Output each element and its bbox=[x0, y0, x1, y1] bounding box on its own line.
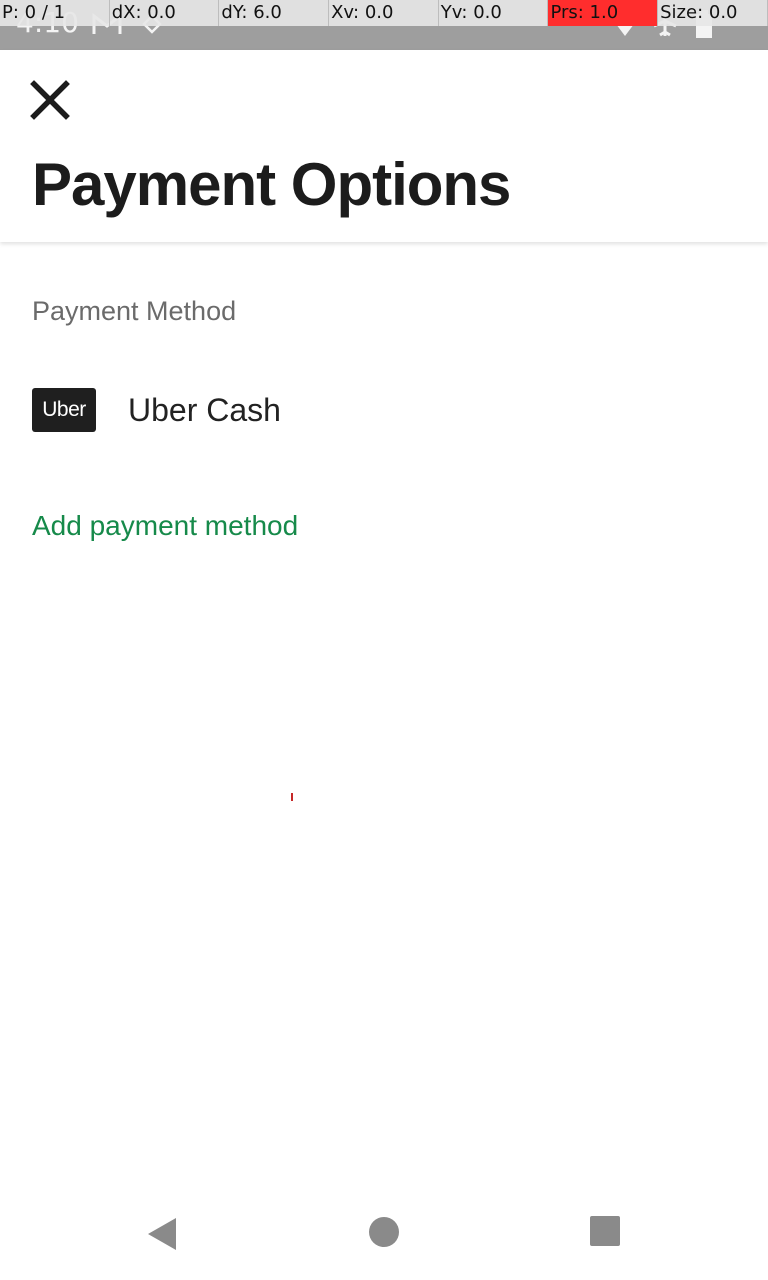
payment-method-name: Uber Cash bbox=[128, 392, 281, 428]
debug-yv: Yv: 0.0 bbox=[438, 0, 549, 26]
close-icon bbox=[30, 80, 70, 120]
navigation-bar bbox=[0, 1184, 768, 1280]
close-button[interactable] bbox=[28, 78, 72, 122]
back-button[interactable] bbox=[144, 1214, 184, 1254]
home-icon bbox=[369, 1217, 399, 1247]
debug-size: Size: 0.0 bbox=[658, 0, 768, 26]
home-button[interactable] bbox=[366, 1214, 406, 1254]
back-icon bbox=[148, 1218, 176, 1250]
touch-trace-mark bbox=[291, 793, 293, 801]
recents-button[interactable] bbox=[588, 1214, 628, 1254]
debug-xv: Xv: 0.0 bbox=[329, 0, 439, 26]
app-header: Payment Options bbox=[0, 50, 768, 242]
debug-dy: dY: 6.0 bbox=[219, 0, 330, 26]
section-label-payment-method: Payment Method bbox=[32, 296, 237, 326]
pointer-debug-overlay: P: 0 / 1 dX: 0.0 dY: 6.0 Xv: 0.0 Yv: 0.0… bbox=[0, 0, 768, 26]
debug-pressure: Prs: 1.0 bbox=[548, 0, 659, 26]
uber-logo: Uber bbox=[32, 388, 96, 432]
add-payment-method-link[interactable]: Add payment method bbox=[32, 510, 298, 542]
payment-method-uber-cash[interactable]: Uber Uber Cash bbox=[0, 372, 768, 448]
recents-icon bbox=[590, 1216, 620, 1246]
debug-dx: dX: 0.0 bbox=[109, 0, 220, 26]
debug-pointer: P: 0 / 1 bbox=[0, 0, 110, 26]
page-title: Payment Options bbox=[32, 151, 511, 218]
